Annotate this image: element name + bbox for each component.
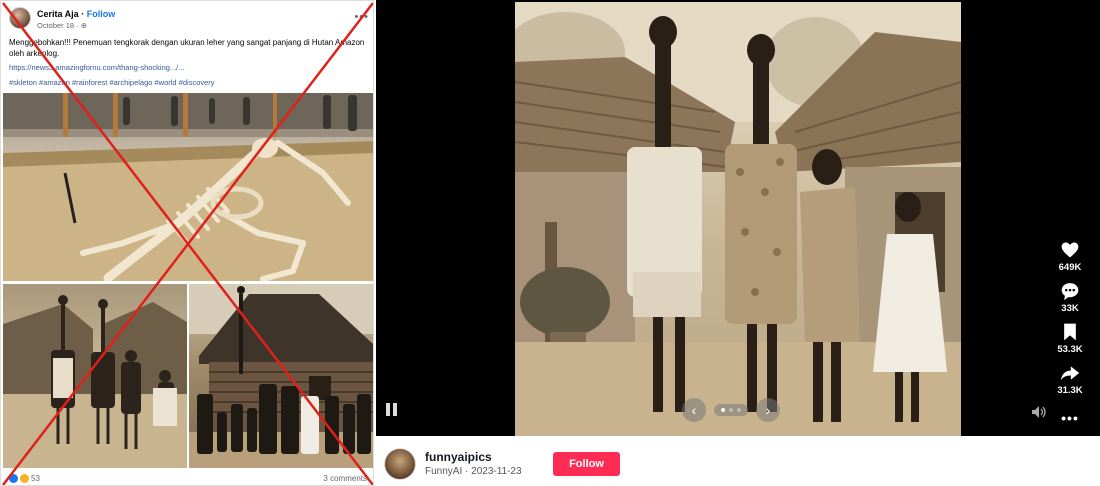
- skeleton-excavation-illustration: [3, 93, 373, 281]
- slide-dot: [737, 408, 741, 412]
- bookmark-icon: [1064, 323, 1076, 341]
- reaction-summary[interactable]: 53: [9, 474, 40, 483]
- post-header: Cerita Aja · Follow October 18 · ⊕ •••: [9, 7, 369, 33]
- tiktok-post: 649K 33K 53.3K 31.3K ••• ‹ › funnyaipics…: [376, 0, 1100, 486]
- like-reaction-icon: [9, 474, 18, 483]
- like-count: 649K: [1058, 262, 1082, 273]
- follow-link[interactable]: Follow: [87, 9, 116, 19]
- author-line: Cerita Aja · Follow: [37, 9, 116, 19]
- long-neck-people-photo[interactable]: [515, 2, 961, 436]
- post-footer: 53 3 comments: [9, 474, 367, 485]
- slide-dot: [729, 408, 733, 412]
- pause-icon[interactable]: [386, 403, 400, 417]
- screenshot-root: Cerita Aja · Follow October 18 · ⊕ ••• M…: [0, 0, 1100, 486]
- volume-icon[interactable]: [1031, 405, 1047, 419]
- save-button[interactable]: 53.3K: [1057, 322, 1083, 355]
- slide-dot: [721, 408, 725, 412]
- chevron-right-icon: ›: [765, 402, 771, 418]
- more-dots-icon[interactable]: •••: [354, 11, 369, 23]
- long-neck-people-thumbnail[interactable]: [3, 284, 187, 468]
- next-slide-button[interactable]: ›: [756, 398, 780, 422]
- follow-button[interactable]: Follow: [553, 452, 620, 476]
- log-cabin-group-illustration: [189, 284, 373, 468]
- share-count: 31.3K: [1057, 385, 1083, 396]
- skeleton-excavation-image[interactable]: [3, 93, 373, 281]
- long-neck-people-illustration: [515, 2, 961, 436]
- carousel-controls: ‹ ›: [682, 398, 780, 422]
- comment-count: 33K: [1061, 303, 1079, 314]
- author-bar: funnyaipics FunnyAI · 2023-11-23 Follow: [376, 436, 1100, 486]
- haha-reaction-icon: [20, 474, 29, 483]
- post-text: Menggebohkan!!! Penemuan tengkorak denga…: [9, 38, 365, 58]
- share-arrow-icon: [1060, 366, 1080, 381]
- facebook-post: Cerita Aja · Follow October 18 · ⊕ ••• M…: [0, 0, 374, 486]
- author-avatar[interactable]: [9, 7, 31, 29]
- video-player[interactable]: 649K 33K 53.3K 31.3K ••• ‹ ›: [376, 0, 1100, 436]
- username[interactable]: funnyaipics: [425, 450, 492, 464]
- action-bar: 649K 33K 53.3K 31.3K •••: [1050, 240, 1090, 426]
- post-date[interactable]: October 18 · ⊕: [37, 21, 87, 30]
- share-button[interactable]: 31.3K: [1057, 363, 1083, 396]
- author-meta: FunnyAI · 2023-11-23: [425, 466, 522, 477]
- post-hashtags[interactable]: #skleton #amazon #rainforest #archipelag…: [9, 78, 215, 87]
- comment-button[interactable]: 33K: [1060, 281, 1080, 314]
- log-cabin-group-thumbnail[interactable]: [189, 284, 373, 468]
- author-avatar[interactable]: [384, 448, 416, 480]
- more-options-icon[interactable]: •••: [1061, 410, 1079, 426]
- comment-icon: [1061, 283, 1079, 301]
- slide-indicator: [714, 404, 748, 416]
- save-count: 53.3K: [1057, 344, 1083, 355]
- comments-count[interactable]: 3 comments: [323, 474, 367, 483]
- prev-slide-button[interactable]: ‹: [682, 398, 706, 422]
- chevron-left-icon: ‹: [691, 402, 697, 418]
- author-name[interactable]: Cerita Aja: [37, 9, 79, 19]
- heart-icon: [1061, 242, 1079, 258]
- post-link[interactable]: https://news3.amazingfornu.com/thang-sho…: [9, 63, 185, 72]
- like-button[interactable]: 649K: [1058, 240, 1082, 273]
- long-neck-people-thumb-illustration: [3, 295, 187, 468]
- reaction-count: 53: [31, 474, 40, 483]
